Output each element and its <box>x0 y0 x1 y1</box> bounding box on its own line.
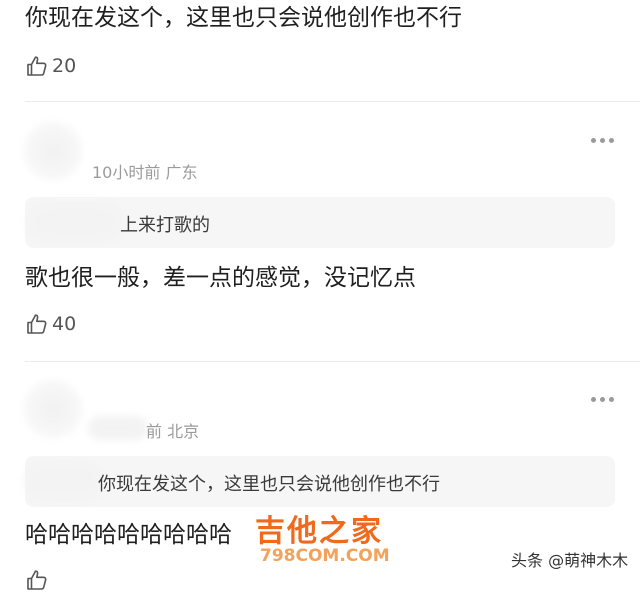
like-count: 40 <box>52 313 77 335</box>
avatar[interactable] <box>22 120 84 182</box>
comment-meta: 前 北京 <box>146 422 200 441</box>
blurred-username <box>88 416 148 440</box>
comment-text: 歌也很一般，差一点的感觉，没记忆点 <box>25 265 416 291</box>
thumbs-up-icon <box>27 56 47 76</box>
comment-meta: 10小时前 广东 <box>92 163 198 182</box>
blurred-username <box>25 462 103 500</box>
source-watermark-text: 头条 @萌神木木 <box>508 550 632 571</box>
avatar[interactable] <box>22 378 84 440</box>
quoted-reply[interactable]: 上来打歌的 <box>25 197 615 248</box>
quoted-reply[interactable]: 你现在发这个，这里也只会说他创作也不行 <box>25 456 615 507</box>
watermark-url: 798COM.COM <box>260 546 390 566</box>
comment-text: 你现在发这个，这里也只会说他创作也不行 <box>25 5 462 31</box>
watermark-title: 吉他之家 <box>255 514 383 549</box>
more-dots-icon[interactable] <box>591 397 614 402</box>
thumbs-up-icon <box>27 314 47 334</box>
comment-text: 哈哈哈哈哈哈哈哈哈 <box>25 522 232 548</box>
source-watermark: 头条 @萌神木木 <box>508 547 632 571</box>
like-count: 20 <box>52 55 77 77</box>
quoted-text: 上来打歌的 <box>120 215 210 236</box>
like-button[interactable]: 40 <box>25 312 76 336</box>
thumbs-up-icon[interactable] <box>25 568 49 592</box>
blurred-username <box>27 203 122 241</box>
like-button[interactable]: 20 <box>25 54 76 78</box>
divider <box>25 101 640 102</box>
divider <box>25 361 640 362</box>
quoted-text: 你现在发这个，这里也只会说他创作也不行 <box>98 474 440 495</box>
more-dots-icon[interactable] <box>591 138 614 143</box>
